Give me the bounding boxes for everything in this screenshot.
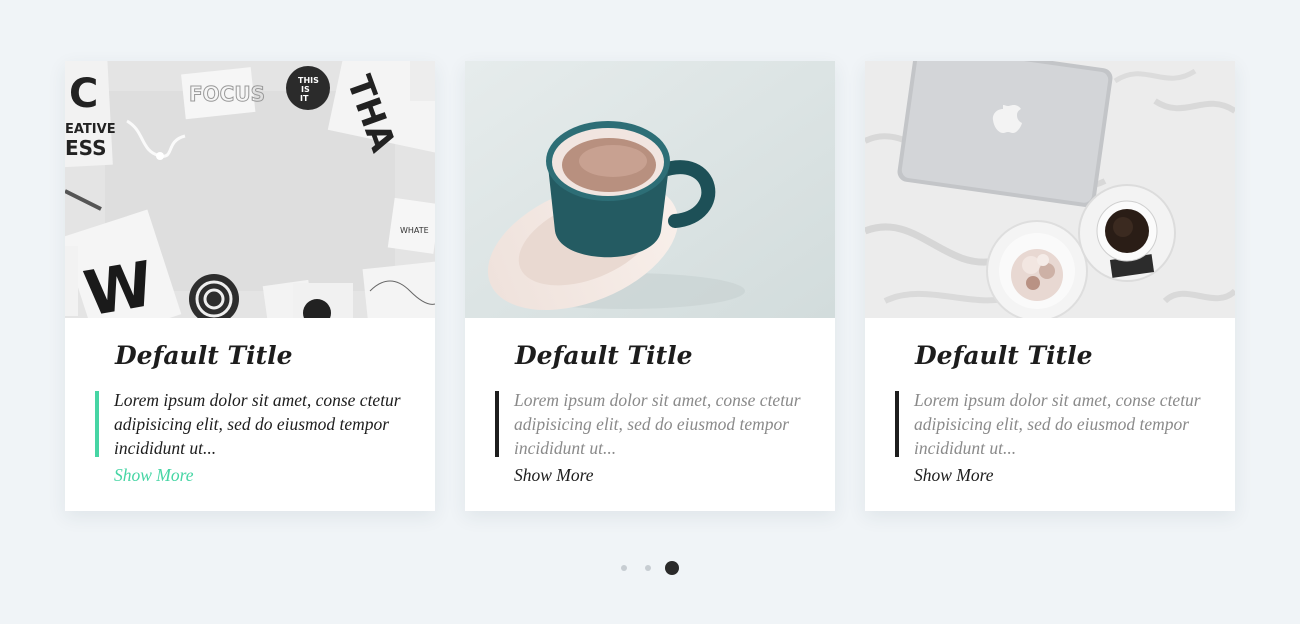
svg-text:THIS: THIS — [298, 76, 319, 85]
card-excerpt-block: Lorem ipsum dolor sit amet, conse ctetur… — [895, 390, 1205, 458]
card-1[interactable]: C EATIVE ESS FOCUS THIS IS IT THA W WHAT… — [65, 61, 435, 511]
svg-text:IS: IS — [301, 85, 310, 94]
svg-text:FOCUS: FOCUS — [189, 82, 265, 106]
svg-text:EATIVE: EATIVE — [65, 122, 116, 137]
laptop-bed-image[interactable] — [865, 61, 1235, 318]
excerpt-accent-bar — [95, 391, 99, 457]
show-more-link[interactable]: Show More — [514, 463, 594, 487]
svg-text:ESS: ESS — [65, 136, 107, 160]
svg-text:C: C — [69, 71, 98, 117]
card-excerpt-block: Lorem ipsum dolor sit amet, conse ctetur… — [95, 390, 405, 458]
card-excerpt: Lorem ipsum dolor sit amet, conse ctetur… — [514, 390, 801, 458]
card-excerpt: Lorem ipsum dolor sit amet, conse ctetur… — [914, 390, 1201, 458]
card-title: Default Title — [515, 341, 693, 370]
card-2[interactable]: Default Title Lorem ipsum dolor sit amet… — [465, 61, 835, 511]
card-excerpt: Lorem ipsum dolor sit amet, conse ctetur… — [114, 390, 401, 458]
excerpt-accent-bar — [495, 391, 499, 457]
svg-text:IT: IT — [300, 94, 309, 103]
desk-flatlay-image[interactable]: C EATIVE ESS FOCUS THIS IS IT THA W WHAT… — [65, 61, 435, 318]
card-title: Default Title — [115, 341, 293, 370]
coffee-cup-image[interactable] — [465, 61, 835, 318]
svg-text:W: W — [79, 247, 159, 318]
card-excerpt-block: Lorem ipsum dolor sit amet, conse ctetur… — [495, 390, 805, 458]
show-more-link[interactable]: Show More — [114, 463, 194, 487]
pagination-dot-3-active[interactable] — [665, 561, 679, 575]
show-more-link[interactable]: Show More — [914, 463, 994, 487]
card-3[interactable]: Default Title Lorem ipsum dolor sit amet… — [865, 61, 1235, 511]
svg-text:WHATE: WHATE — [400, 226, 429, 235]
pagination-dot-2[interactable] — [645, 565, 651, 571]
excerpt-accent-bar — [895, 391, 899, 457]
pagination-dot-1[interactable] — [621, 565, 627, 571]
card-title: Default Title — [915, 341, 1093, 370]
carousel-pagination — [614, 558, 694, 578]
card-carousel: C EATIVE ESS FOCUS THIS IS IT THA W WHAT… — [65, 61, 1235, 511]
